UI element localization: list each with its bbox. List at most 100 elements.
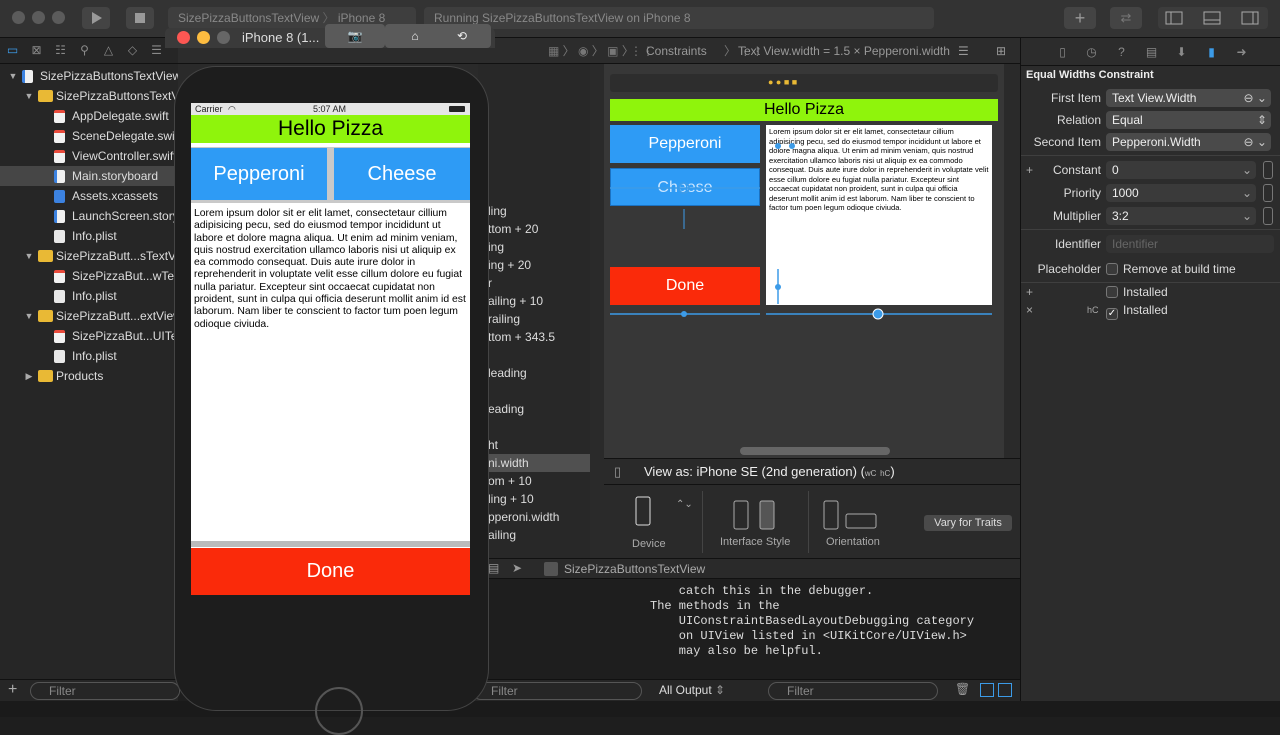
navigator-filter-input[interactable]: Filter: [30, 682, 180, 700]
console-output[interactable]: catch this in the debugger. The methods …: [640, 580, 1020, 680]
screenshot-button[interactable]: 📷: [325, 24, 385, 48]
file-inspector-icon[interactable]: ▯: [1056, 46, 1069, 59]
symbol-icon[interactable]: ☷: [54, 44, 67, 57]
navigator-item[interactable]: Info.plist: [0, 286, 178, 306]
view-as-text: View as: iPhone SE (2nd generation) (: [644, 464, 865, 479]
navigator-item[interactable]: ▶ Products: [0, 366, 178, 386]
console-filter-input[interactable]: Filter: [768, 682, 938, 700]
identifier-label: Identifier: [1054, 237, 1101, 251]
attributes-icon[interactable]: ⬇: [1175, 46, 1188, 59]
toggle-outline-icon[interactable]: ▯: [614, 459, 621, 485]
vary-for-traits-button[interactable]: Vary for Traits: [924, 515, 1012, 531]
history-icon[interactable]: ◷: [1085, 46, 1098, 59]
location-icon[interactable]: ➤: [512, 561, 522, 575]
multiplier-field[interactable]: 3:2 ⌄: [1106, 207, 1256, 225]
review-button[interactable]: ⇄: [1110, 7, 1142, 29]
navigator-item[interactable]: SizePizzaBut...UITests.swift: [0, 326, 178, 346]
source-control-icon[interactable]: ⊠: [30, 44, 43, 57]
output-select[interactable]: All Output ⇕: [659, 683, 725, 697]
help-icon[interactable]: ?: [1115, 46, 1128, 59]
navigator-item[interactable]: Info.plist: [0, 226, 178, 246]
plist-file-icon: [54, 230, 65, 243]
sim-zoom-button[interactable]: [217, 31, 230, 44]
cheese-button[interactable]: Cheese: [334, 148, 470, 200]
navigator-item[interactable]: Info.plist: [0, 346, 178, 366]
navigator-item[interactable]: AppDelegate.swift: [0, 106, 178, 126]
navigator-item[interactable]: ▼ SizePizzaButt...extViewUITests: [0, 306, 178, 326]
add-variation-icon[interactable]: +: [1026, 159, 1033, 181]
stop-button[interactable]: [126, 7, 154, 29]
height-class: hC: [880, 469, 891, 478]
installed-checkbox-2[interactable]: ✓ Installed: [1106, 299, 1168, 321]
navigator-item[interactable]: Assets.xcassets: [0, 186, 178, 206]
run-button[interactable]: [82, 7, 110, 29]
constant-field[interactable]: 0 ⌄: [1106, 161, 1256, 179]
remove-installed-icon[interactable]: ×: [1026, 299, 1033, 321]
home-button-circle[interactable]: [315, 687, 363, 735]
connections-icon[interactable]: ➜: [1235, 46, 1248, 59]
multiplier-stepper[interactable]: [1263, 207, 1273, 225]
disclosure-open-icon[interactable]: ▼: [8, 66, 18, 86]
navigator-item[interactable]: SceneDelegate.swift: [0, 126, 178, 146]
navigator-item[interactable]: ViewController.swift: [0, 146, 178, 166]
iphone-icon[interactable]: [634, 495, 654, 529]
sim-title: iPhone 8 (1...: [242, 30, 320, 45]
window-zoom-button[interactable]: [52, 11, 65, 24]
variables-filter-input[interactable]: Filter: [472, 682, 642, 700]
search-icon[interactable]: ⚲: [78, 44, 91, 57]
interface-style-icon[interactable]: [732, 499, 782, 533]
split-left-icon[interactable]: [980, 683, 994, 697]
test-icon[interactable]: ◇: [126, 44, 139, 57]
sim-minimize-button[interactable]: [197, 31, 210, 44]
trash-icon[interactable]: 🗑: [955, 682, 970, 696]
navigator-item-label: Info.plist: [72, 349, 117, 363]
chevron-down-icon: ⌄: [1241, 209, 1252, 223]
library-button[interactable]: +: [1064, 7, 1096, 29]
constant-stepper[interactable]: [1263, 161, 1273, 179]
navigator-item[interactable]: LaunchScreen.storyboard: [0, 206, 178, 226]
second-item-popup[interactable]: Pepperoni.Width ⊖ ⌄: [1106, 133, 1271, 151]
breadcrumb-constraint[interactable]: Text View.width = 1.5 × Pepperoni.width: [738, 38, 950, 64]
disclosure-open-icon[interactable]: ▼: [24, 306, 34, 326]
warning-icon[interactable]: △: [102, 44, 115, 57]
chevron-up-down-icon[interactable]: ⌃⌄: [676, 499, 693, 510]
pepperoni-button[interactable]: Pepperoni: [191, 148, 327, 200]
rotate-button[interactable]: ⟲: [433, 24, 491, 48]
body-text-view[interactable]: Lorem ipsum dolor sit er elit lamet, con…: [191, 206, 470, 541]
window-minimize-button[interactable]: [32, 11, 45, 24]
canvas-scrollbar[interactable]: [740, 447, 890, 455]
folder-file-icon: [38, 370, 53, 382]
disclosure-closed-icon[interactable]: ▶: [24, 366, 34, 386]
navigator-item-label: Products: [56, 369, 104, 383]
split-right-icon[interactable]: [998, 683, 1012, 697]
plus-icon: +: [1074, 8, 1086, 28]
navigator-item[interactable]: SizePizzaBut...wTests.swift: [0, 266, 178, 286]
orientation-icon[interactable]: [822, 499, 882, 533]
priority-field[interactable]: 1000 ⌄: [1106, 184, 1256, 202]
add-icon[interactable]: +: [8, 681, 17, 699]
size-inspector-icon[interactable]: ▮: [1205, 46, 1218, 59]
done-button[interactable]: Done: [191, 548, 470, 595]
editor-options-icon[interactable]: ☰: [958, 38, 969, 64]
relation-popup[interactable]: Equal ⇕: [1106, 111, 1271, 129]
navigator-item[interactable]: ▼ SizePizzaButtonsTextView: [0, 66, 178, 86]
simulator-titlebar: iPhone 8 (1... 📷 ⌂ ⟲: [165, 24, 495, 48]
identity-icon[interactable]: ▤: [1145, 46, 1158, 59]
disclosure-open-icon[interactable]: ▼: [24, 86, 34, 106]
disclosure-open-icon[interactable]: ▼: [24, 246, 34, 266]
folder-icon[interactable]: ▭: [6, 44, 19, 57]
priority-stepper[interactable]: [1263, 184, 1273, 202]
split-editor-icon[interactable]: ⊞: [996, 38, 1006, 64]
remove-at-build-checkbox[interactable]: Remove at build time: [1106, 258, 1236, 280]
identifier-input[interactable]: Identifier: [1106, 235, 1274, 253]
first-item-popup[interactable]: Text View.Width ⊖ ⌄: [1106, 89, 1271, 107]
storyboard-canvas[interactable]: ● ● ■ ■ Hello Pizza Pepperoni Cheese Don…: [604, 64, 1004, 494]
sim-close-button[interactable]: [177, 31, 190, 44]
navigator-item[interactable]: Main.storyboard: [0, 166, 178, 186]
navigator-item[interactable]: ▼ SizePizzaButt...sTextView: [0, 246, 178, 266]
debug-icon[interactable]: ☰: [150, 44, 163, 57]
window-close-button[interactable]: [12, 11, 25, 24]
breadcrumb-constraints[interactable]: Constraints: [646, 38, 707, 64]
priority-label: Priority: [1063, 186, 1101, 200]
navigator-item[interactable]: ▼ SizePizzaButtonsTextView: [0, 86, 178, 106]
